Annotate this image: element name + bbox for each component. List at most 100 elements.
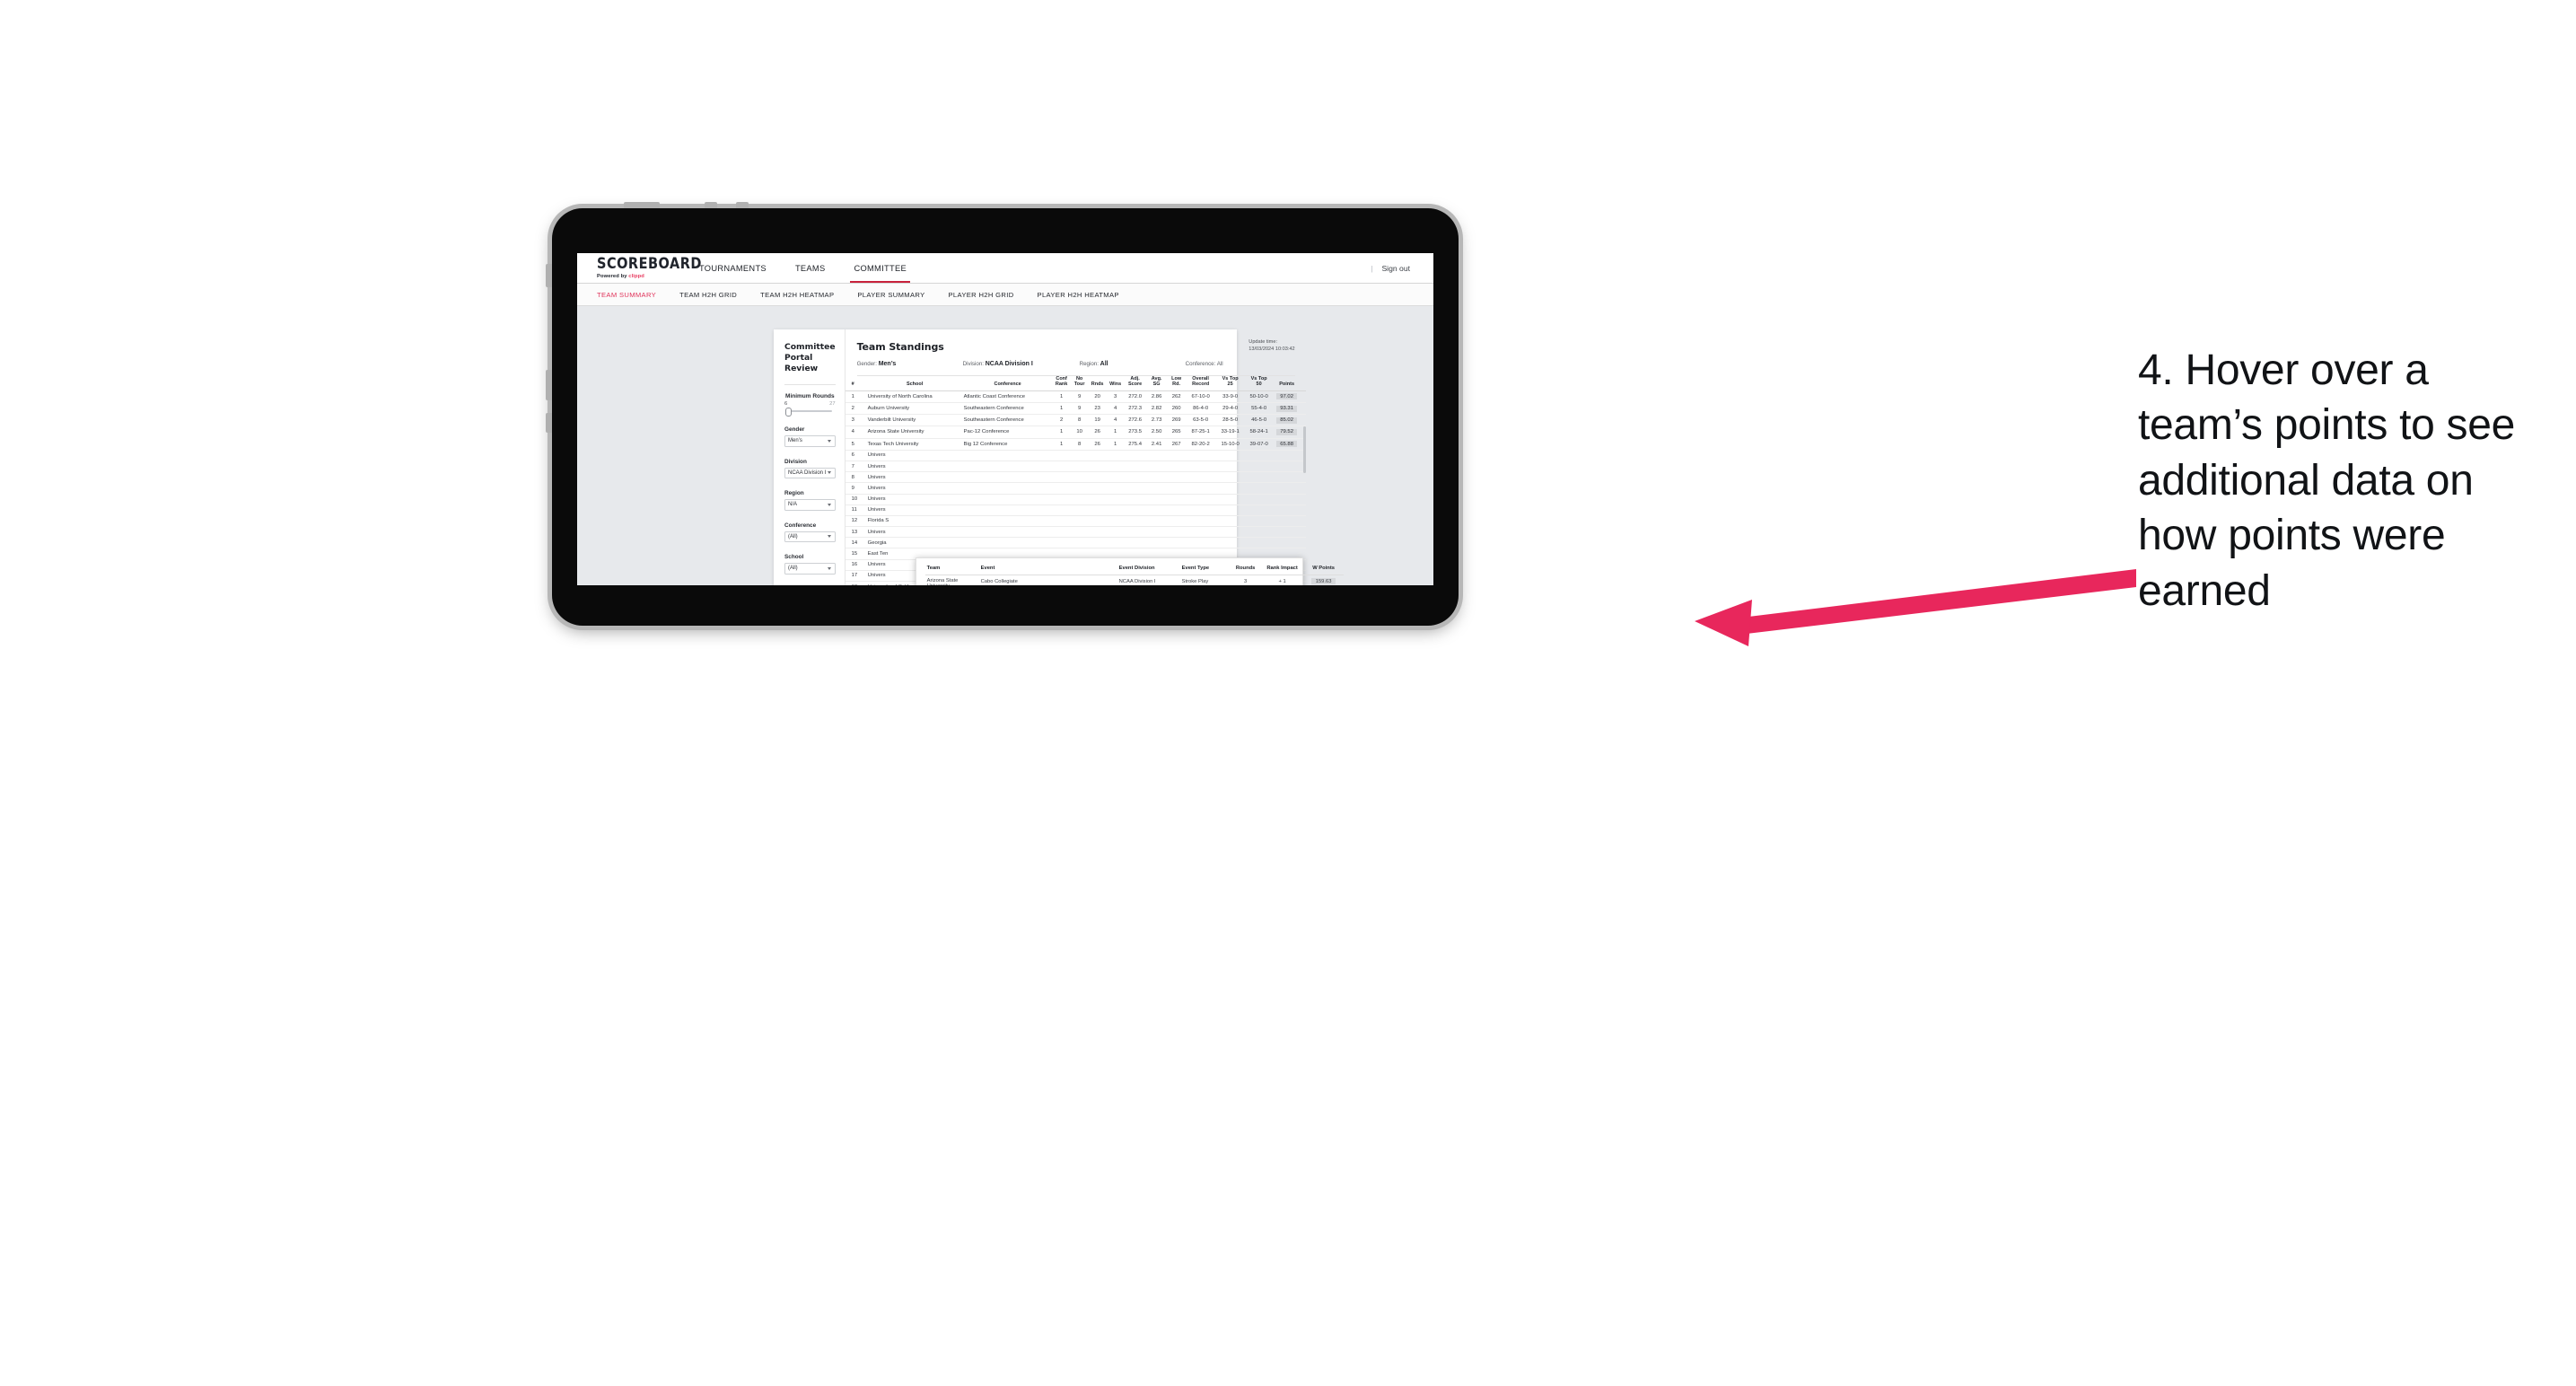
cell-vs-top-25 [1216,450,1245,461]
gender-filter-select[interactable]: Men’s [784,435,836,447]
cell-vs-top-50: 39-07-0 [1245,438,1274,450]
slider-thumb[interactable] [785,408,792,417]
active-filter-conference-label: Conference: [1186,361,1216,367]
cell-no-tour: 8 [1071,415,1089,426]
region-filter-select[interactable]: N/A [784,499,836,511]
table-row[interactable]: 1University of North CarolinaAtlantic Co… [846,390,1306,402]
col-conf-rank[interactable]: ConfRank [1053,376,1071,390]
cell-points[interactable] [1274,538,1306,548]
cell-points[interactable] [1274,450,1306,461]
school-filter-value: (All) [788,566,798,571]
table-row[interactable]: 3Vanderbilt UniversitySoutheastern Confe… [846,415,1306,426]
col-conference[interactable]: Conference [963,376,1053,390]
table-row[interactable]: 6Univers [846,450,1306,461]
tab-player-h2h-grid[interactable]: PLAYER H2H GRID [948,291,1025,299]
tab-team-summary[interactable]: TEAM SUMMARY [597,291,668,299]
tablet-volume-down-button[interactable] [736,202,749,208]
points-value[interactable]: 85.02 [1276,417,1297,424]
cell-avg-sg [1146,515,1168,526]
cell-conference [963,515,1053,526]
school-filter-select[interactable]: (All) [784,563,836,575]
active-filters-line: Gender: Men’s Division: NCAA Division I … [857,361,1295,376]
cell-points[interactable]: 79.52 [1274,426,1306,438]
cell-rank: 15 [846,548,867,559]
tab-team-h2h-heatmap[interactable]: TEAM H2H HEATMAP [760,291,846,299]
cell-points[interactable]: 65.88 [1274,438,1306,450]
cell-conf-rank [1053,527,1071,538]
brand-subtitle: Powered by clippd [597,274,685,279]
cell-school: Georgia [867,538,963,548]
tablet-side-button-2[interactable] [546,370,552,400]
tooltip-col-rank-impact: Rank Impact [1261,566,1304,575]
col-wins[interactable]: Wins [1107,376,1125,390]
table-row[interactable]: 2Auburn UniversitySoutheastern Conferenc… [846,403,1306,415]
table-scrollbar[interactable] [1303,426,1306,473]
tab-team-h2h-grid[interactable]: TEAM H2H GRID [679,291,749,299]
conference-filter-select[interactable]: (All) [784,531,836,543]
col-overall-record[interactable]: OverallRecord [1186,376,1216,390]
table-row[interactable]: 12Florida S [846,515,1306,526]
cell-rank: 2 [846,403,867,415]
tablet-side-button-3[interactable] [546,413,552,433]
table-row[interactable]: 9Univers [846,483,1306,494]
cell-points[interactable] [1274,515,1306,526]
cell-school: Univers [867,461,963,471]
cell-wins [1107,494,1125,504]
tooltip-cell-w-points: 159.63 [1304,575,1344,586]
cell-low-rd: 265 [1168,426,1186,438]
cell-vs-top-25 [1216,461,1245,471]
table-row[interactable]: 8Univers [846,472,1306,483]
table-row[interactable]: 7Univers [846,461,1306,471]
cell-rank: 12 [846,515,867,526]
cell-points[interactable] [1274,461,1306,471]
col-low-rd[interactable]: LowRd. [1168,376,1186,390]
brand-logo[interactable]: SCOREBOARD Powered by clippd [577,253,685,283]
nav-item-teams[interactable]: TEAMS [781,253,840,283]
cell-vs-top-25 [1216,538,1245,548]
cell-points[interactable] [1274,504,1306,515]
col-points[interactable]: Points [1274,376,1306,390]
cell-conf-rank [1053,472,1071,483]
cell-points[interactable] [1274,483,1306,494]
table-row[interactable]: 14Georgia [846,538,1306,548]
nav-item-committee[interactable]: COMMITTEE [839,253,920,283]
table-row[interactable]: 5Texas Tech UniversityBig 12 Conference1… [846,438,1306,450]
tab-player-summary[interactable]: PLAYER SUMMARY [857,291,936,299]
cell-school: Univers [867,504,963,515]
division-filter-select[interactable]: NCAA Division I [784,468,836,479]
tablet-top-speaker [624,202,660,208]
tablet-side-button-1[interactable] [546,264,552,287]
col-rnds[interactable]: Rnds [1089,376,1107,390]
signout-link[interactable]: Sign out [1381,264,1410,273]
col-avg-sg-l2: SG [1153,382,1161,387]
points-value[interactable]: 93.31 [1276,406,1297,412]
col-rank[interactable]: # [846,376,867,390]
points-value[interactable]: 79.52 [1276,429,1297,435]
gender-filter-label: Gender [784,426,836,433]
table-row[interactable]: 4Arizona State UniversityPac-12 Conferen… [846,426,1306,438]
tab-player-h2h-heatmap[interactable]: PLAYER H2H HEATMAP [1038,291,1131,299]
col-avg-sg[interactable]: Avg.SG [1146,376,1168,390]
cell-points[interactable]: 85.02 [1274,415,1306,426]
col-no-tour[interactable]: NoTour [1071,376,1089,390]
conference-filter: Conference (All) [784,522,836,543]
col-school[interactable]: School [867,376,963,390]
minimum-rounds-slider[interactable] [784,408,836,415]
table-row[interactable]: 11Univers [846,504,1306,515]
col-adj-score[interactable]: Adj.Score [1125,376,1146,390]
cell-points[interactable] [1274,472,1306,483]
points-value[interactable]: 65.88 [1276,441,1297,447]
tablet-volume-up-button[interactable] [705,202,717,208]
cell-points[interactable]: 93.31 [1274,403,1306,415]
cell-points[interactable]: 97.02 [1274,390,1306,402]
col-vs-top-25[interactable]: Vs Top25 [1216,376,1245,390]
table-row[interactable]: 10Univers [846,494,1306,504]
points-value[interactable]: 97.02 [1276,393,1297,399]
col-rnds-l1: Rnds [1091,382,1104,387]
table-row[interactable]: 13Univers [846,527,1306,538]
cell-points[interactable] [1274,527,1306,538]
nav-item-tournaments[interactable]: TOURNAMENTS [685,253,781,283]
col-vs-top-50[interactable]: Vs Top50 [1245,376,1274,390]
active-filter-gender-value: Men’s [879,361,897,367]
cell-points[interactable] [1274,494,1306,504]
